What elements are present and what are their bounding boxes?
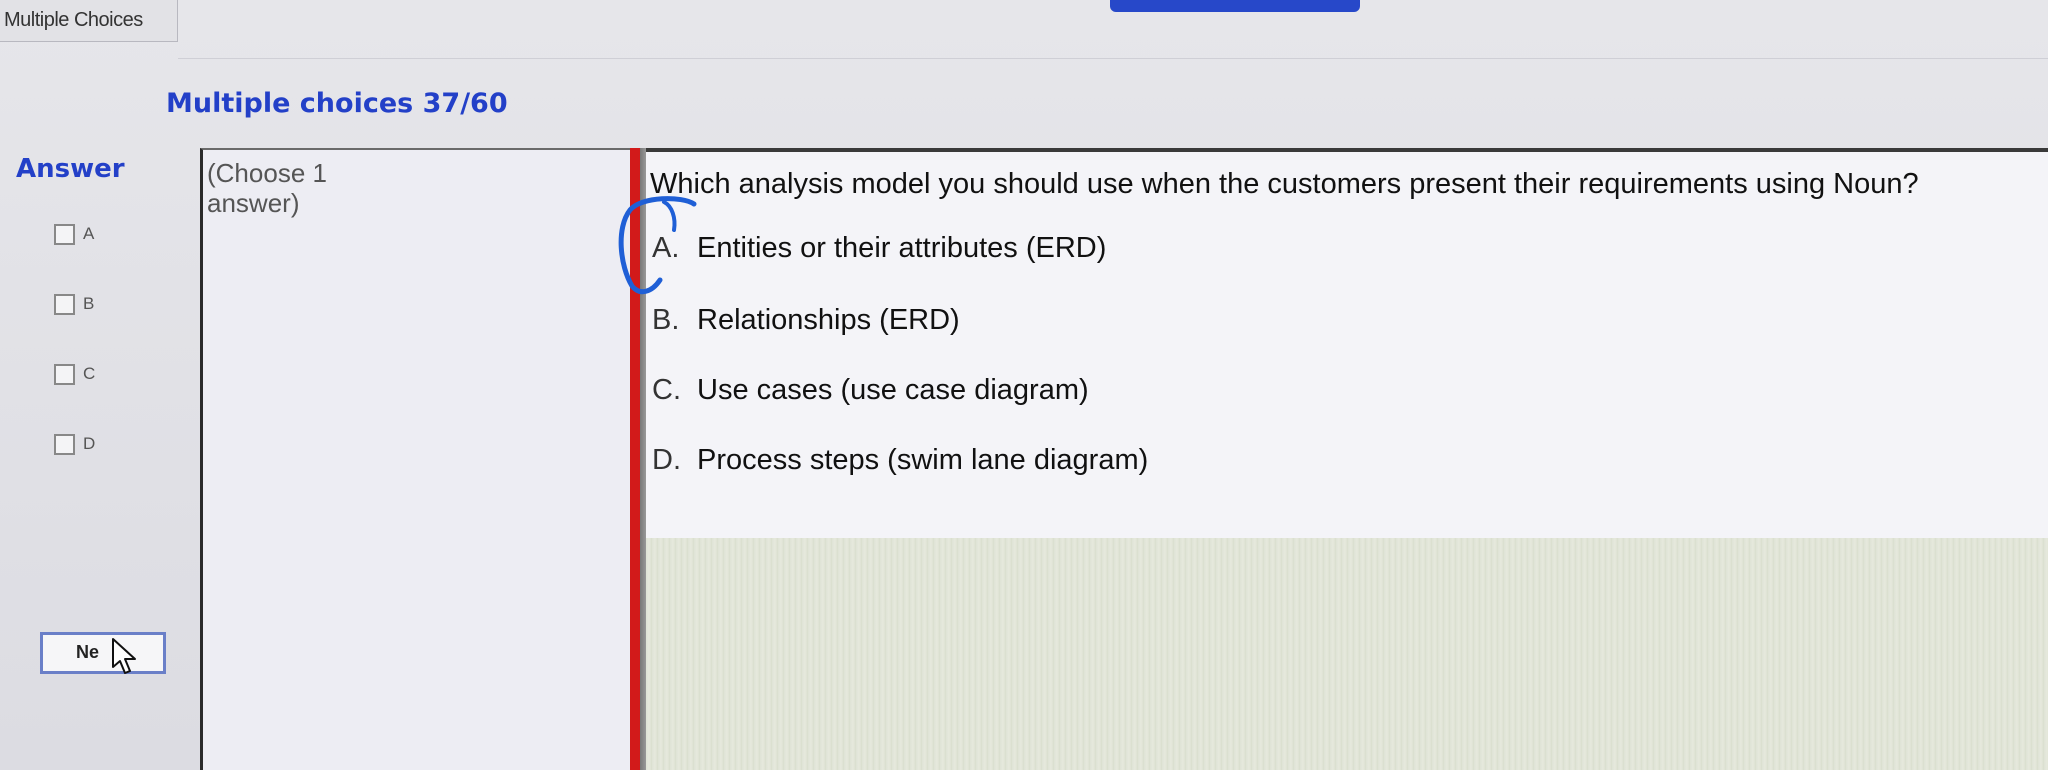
answer-panel: Answer A B C D Ne <box>0 148 200 770</box>
next-button-label: Ne <box>76 642 100 662</box>
option-c-text: Use cases (use case diagram) <box>697 374 1089 406</box>
choice-a[interactable]: A <box>54 220 94 248</box>
instructions-line-1: (Choose 1 <box>207 158 327 188</box>
instructions-panel: (Choose 1 answer) <box>200 148 630 770</box>
choice-a-label: A <box>83 224 95 243</box>
instructions-text: (Choose 1 answer) <box>207 158 327 218</box>
window-tab-title[interactable]: Multiple Choices <box>0 0 178 42</box>
option-b-letter: B. <box>652 304 680 336</box>
question-text: Which analysis model you should use when… <box>650 168 1919 200</box>
empty-lower-area <box>646 538 2048 770</box>
page-title: Multiple choices 37/60 <box>166 88 508 119</box>
choice-b-label: B <box>83 294 95 313</box>
choice-d-label: D <box>83 434 96 453</box>
next-button[interactable]: Ne <box>40 632 166 674</box>
option-d: D. Process steps (swim lane diagram) <box>652 444 1148 477</box>
option-c-letter: C. <box>652 374 681 406</box>
answer-heading: Answer <box>16 154 125 184</box>
option-d-letter: D. <box>652 444 681 476</box>
option-b: B. Relationships (ERD) <box>652 304 960 337</box>
choice-c-label: C <box>83 364 96 383</box>
top-decoration <box>1110 0 1360 12</box>
option-d-text: Process steps (swim lane diagram) <box>697 444 1149 476</box>
option-a: A. Entities or their attributes (ERD) <box>652 232 1106 265</box>
option-c: C. Use cases (use case diagram) <box>652 374 1089 407</box>
checkbox-icon[interactable] <box>54 293 75 315</box>
checkbox-icon[interactable] <box>54 363 75 385</box>
choice-c[interactable]: C <box>54 360 95 388</box>
checkbox-icon[interactable] <box>54 223 75 245</box>
checkbox-icon[interactable] <box>54 433 75 455</box>
mouse-cursor-icon <box>112 638 136 674</box>
option-b-text: Relationships (ERD) <box>697 304 960 336</box>
question-panel: Which analysis model you should use when… <box>646 148 2048 542</box>
header-divider <box>178 58 2048 59</box>
choice-d[interactable]: D <box>54 430 95 458</box>
choice-b[interactable]: B <box>54 290 94 318</box>
instructions-line-2: answer) <box>207 188 300 218</box>
hand-drawn-circle <box>618 196 697 295</box>
option-a-text: Entities or their attributes (ERD) <box>697 232 1107 264</box>
